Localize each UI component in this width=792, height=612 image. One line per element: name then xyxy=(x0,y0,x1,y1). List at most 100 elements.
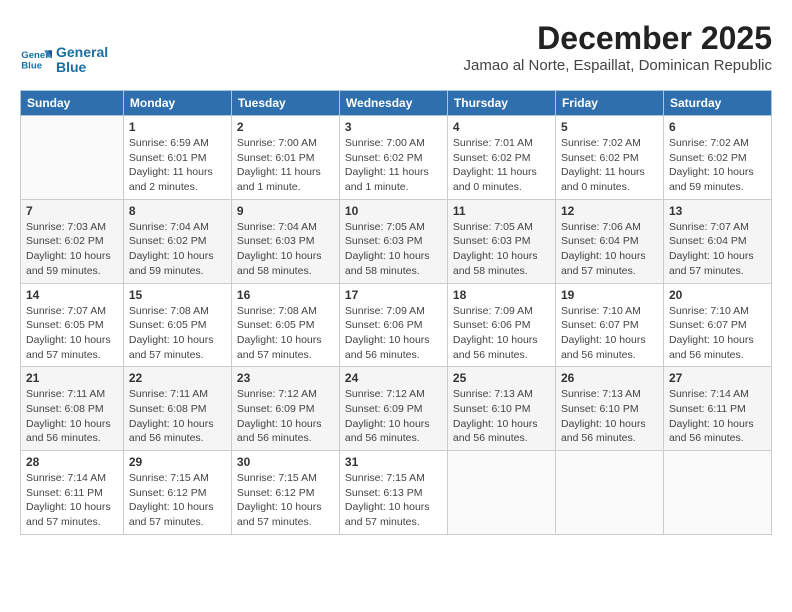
header-wednesday: Wednesday xyxy=(339,91,447,116)
header-saturday: Saturday xyxy=(663,91,771,116)
day-number: 19 xyxy=(561,288,658,302)
day-number: 20 xyxy=(669,288,766,302)
header-friday: Friday xyxy=(555,91,663,116)
day-info: Sunrise: 7:04 AM Sunset: 6:03 PM Dayligh… xyxy=(237,220,334,279)
calendar-cell xyxy=(21,116,124,200)
day-number: 31 xyxy=(345,455,442,469)
calendar-cell: 18Sunrise: 7:09 AM Sunset: 6:06 PM Dayli… xyxy=(447,283,555,367)
calendar-cell: 21 Sunrise: 7:11 AM Sunset: 6:08 PM Dayli… xyxy=(21,367,124,451)
header-thursday: Thursday xyxy=(447,91,555,116)
day-number: 21 xyxy=(26,371,118,385)
calendar-cell: 16Sunrise: 7:08 AM Sunset: 6:05 PM Dayli… xyxy=(231,283,339,367)
day-number: 16 xyxy=(237,288,334,302)
day-number: 29 xyxy=(129,455,226,469)
calendar-cell: 28 Sunrise: 7:14 AM Sunset: 6:11 PM Dayli… xyxy=(21,451,124,535)
calendar-cell: 25 Sunrise: 7:13 AM Sunset: 6:10 PM Dayli… xyxy=(447,367,555,451)
day-info: Sunrise: 7:06 AM Sunset: 6:04 PM Dayligh… xyxy=(561,220,658,279)
day-number: 7 xyxy=(26,204,118,218)
calendar-cell: 23Sunrise: 7:12 AM Sunset: 6:09 PM Dayli… xyxy=(231,367,339,451)
day-info: Sunrise: 7:10 AM Sunset: 6:07 PM Dayligh… xyxy=(561,304,658,363)
calendar-week-row: 7 Sunrise: 7:03 AM Sunset: 6:02 PM Daylig… xyxy=(21,199,772,283)
day-number: 23 xyxy=(237,371,334,385)
day-number: 5 xyxy=(561,120,658,134)
day-info: Sunrise: 7:15 AM Sunset: 6:12 PM Dayligh… xyxy=(129,471,226,530)
day-number: 6 xyxy=(669,120,766,134)
calendar-cell: 1Sunrise: 6:59 AM Sunset: 6:01 PM Daylig… xyxy=(123,116,231,200)
calendar-cell: 30Sunrise: 7:15 AM Sunset: 6:12 PM Dayli… xyxy=(231,451,339,535)
day-number: 15 xyxy=(129,288,226,302)
location-subtitle: Jamao al Norte, Espaillat, Dominican Rep… xyxy=(464,57,772,74)
calendar-cell: 31 Sunrise: 7:15 AM Sunset: 6:13 PM Dayli… xyxy=(339,451,447,535)
calendar-cell: 12 Sunrise: 7:06 AM Sunset: 6:04 PM Dayli… xyxy=(555,199,663,283)
calendar-cell: 3 Sunrise: 7:00 AM Sunset: 6:02 PM Daylig… xyxy=(339,116,447,200)
day-number: 28 xyxy=(26,455,118,469)
day-info: Sunrise: 7:12 AM Sunset: 6:09 PM Dayligh… xyxy=(345,387,442,446)
calendar-week-row: 21 Sunrise: 7:11 AM Sunset: 6:08 PM Dayli… xyxy=(21,367,772,451)
day-info: Sunrise: 7:11 AM Sunset: 6:08 PM Dayligh… xyxy=(26,387,118,446)
calendar-cell: 11 Sunrise: 7:05 AM Sunset: 6:03 PM Dayli… xyxy=(447,199,555,283)
calendar-week-row: 14 Sunrise: 7:07 AM Sunset: 6:05 PM Dayli… xyxy=(21,283,772,367)
calendar-cell: 13 Sunrise: 7:07 AM Sunset: 6:04 PM Dayli… xyxy=(663,199,771,283)
header-sunday: Sunday xyxy=(21,91,124,116)
day-number: 30 xyxy=(237,455,334,469)
calendar-cell: 26Sunrise: 7:13 AM Sunset: 6:10 PM Dayli… xyxy=(555,367,663,451)
day-info: Sunrise: 7:07 AM Sunset: 6:05 PM Dayligh… xyxy=(26,304,118,363)
day-info: Sunrise: 7:09 AM Sunset: 6:06 PM Dayligh… xyxy=(345,304,442,363)
logo: General Blue General Blue xyxy=(20,44,108,76)
calendar-cell xyxy=(555,451,663,535)
calendar-week-row: 1Sunrise: 6:59 AM Sunset: 6:01 PM Daylig… xyxy=(21,116,772,200)
day-info: Sunrise: 7:14 AM Sunset: 6:11 PM Dayligh… xyxy=(26,471,118,530)
day-number: 10 xyxy=(345,204,442,218)
day-number: 11 xyxy=(453,204,550,218)
calendar-cell: 6 Sunrise: 7:02 AM Sunset: 6:02 PM Daylig… xyxy=(663,116,771,200)
calendar-week-row: 28 Sunrise: 7:14 AM Sunset: 6:11 PM Dayli… xyxy=(21,451,772,535)
day-number: 17 xyxy=(345,288,442,302)
day-number: 26 xyxy=(561,371,658,385)
day-info: Sunrise: 7:11 AM Sunset: 6:08 PM Dayligh… xyxy=(129,387,226,446)
calendar-cell: 20Sunrise: 7:10 AM Sunset: 6:07 PM Dayli… xyxy=(663,283,771,367)
day-info: Sunrise: 7:07 AM Sunset: 6:04 PM Dayligh… xyxy=(669,220,766,279)
header-tuesday: Tuesday xyxy=(231,91,339,116)
calendar-cell xyxy=(663,451,771,535)
calendar-cell: 15 Sunrise: 7:08 AM Sunset: 6:05 PM Dayli… xyxy=(123,283,231,367)
day-number: 13 xyxy=(669,204,766,218)
day-info: Sunrise: 7:02 AM Sunset: 6:02 PM Dayligh… xyxy=(669,136,766,195)
day-info: Sunrise: 7:15 AM Sunset: 6:13 PM Dayligh… xyxy=(345,471,442,530)
day-info: Sunrise: 7:08 AM Sunset: 6:05 PM Dayligh… xyxy=(129,304,226,363)
calendar-cell: 10 Sunrise: 7:05 AM Sunset: 6:03 PM Dayli… xyxy=(339,199,447,283)
day-number: 27 xyxy=(669,371,766,385)
day-number: 18 xyxy=(453,288,550,302)
day-info: Sunrise: 7:13 AM Sunset: 6:10 PM Dayligh… xyxy=(453,387,550,446)
month-title: December 2025 xyxy=(464,20,772,57)
calendar-cell: 2Sunrise: 7:00 AM Sunset: 6:01 PM Daylig… xyxy=(231,116,339,200)
svg-text:Blue: Blue xyxy=(21,60,42,71)
calendar-cell: 29 Sunrise: 7:15 AM Sunset: 6:12 PM Dayli… xyxy=(123,451,231,535)
day-number: 12 xyxy=(561,204,658,218)
calendar-cell: 5Sunrise: 7:02 AM Sunset: 6:02 PM Daylig… xyxy=(555,116,663,200)
calendar-cell: 14 Sunrise: 7:07 AM Sunset: 6:05 PM Dayli… xyxy=(21,283,124,367)
calendar-cell: 24 Sunrise: 7:12 AM Sunset: 6:09 PM Dayli… xyxy=(339,367,447,451)
day-info: Sunrise: 7:05 AM Sunset: 6:03 PM Dayligh… xyxy=(453,220,550,279)
day-number: 25 xyxy=(453,371,550,385)
day-info: Sunrise: 7:04 AM Sunset: 6:02 PM Dayligh… xyxy=(129,220,226,279)
calendar-cell xyxy=(447,451,555,535)
day-info: Sunrise: 7:00 AM Sunset: 6:02 PM Dayligh… xyxy=(345,136,442,195)
day-info: Sunrise: 7:05 AM Sunset: 6:03 PM Dayligh… xyxy=(345,220,442,279)
day-number: 22 xyxy=(129,371,226,385)
calendar-cell: 27 Sunrise: 7:14 AM Sunset: 6:11 PM Dayli… xyxy=(663,367,771,451)
day-info: Sunrise: 7:14 AM Sunset: 6:11 PM Dayligh… xyxy=(669,387,766,446)
day-number: 24 xyxy=(345,371,442,385)
logo-icon: General Blue xyxy=(20,44,52,76)
calendar-cell: 17 Sunrise: 7:09 AM Sunset: 6:06 PM Dayli… xyxy=(339,283,447,367)
calendar-table: SundayMondayTuesdayWednesdayThursdayFrid… xyxy=(20,90,772,535)
day-number: 1 xyxy=(129,120,226,134)
day-info: Sunrise: 7:03 AM Sunset: 6:02 PM Dayligh… xyxy=(26,220,118,279)
calendar-cell: 7 Sunrise: 7:03 AM Sunset: 6:02 PM Daylig… xyxy=(21,199,124,283)
calendar-cell: 22 Sunrise: 7:11 AM Sunset: 6:08 PM Dayli… xyxy=(123,367,231,451)
day-number: 14 xyxy=(26,288,118,302)
day-number: 8 xyxy=(129,204,226,218)
day-number: 3 xyxy=(345,120,442,134)
logo-text: General Blue xyxy=(56,45,108,76)
header-monday: Monday xyxy=(123,91,231,116)
calendar-cell: 4Sunrise: 7:01 AM Sunset: 6:02 PM Daylig… xyxy=(447,116,555,200)
